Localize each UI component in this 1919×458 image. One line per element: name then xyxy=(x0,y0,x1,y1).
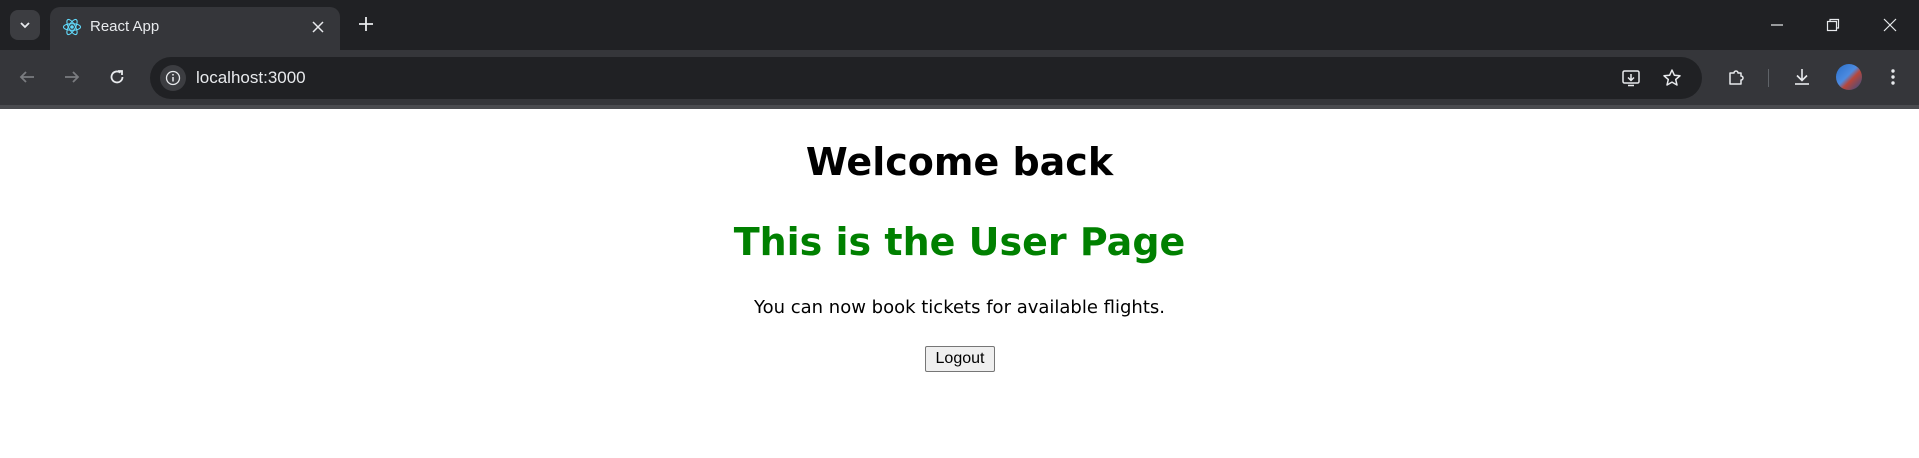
minimize-icon xyxy=(1771,24,1783,26)
kebab-menu-icon xyxy=(1891,69,1895,85)
tab-title: React App xyxy=(90,18,160,35)
restore-icon xyxy=(1826,18,1840,32)
arrow-right-icon xyxy=(65,71,80,83)
react-logo-icon xyxy=(62,18,82,36)
browser-menu-button[interactable] xyxy=(1878,62,1908,92)
star-icon xyxy=(1663,69,1681,86)
toolbar-divider xyxy=(1768,69,1769,87)
tab-react-app[interactable]: React App xyxy=(50,7,340,50)
install-app-icon xyxy=(1622,70,1640,87)
tab-close-button[interactable] xyxy=(309,18,327,36)
page-content: Welcome back This is the User Page You c… xyxy=(0,109,1919,458)
restore-button[interactable] xyxy=(1818,10,1848,40)
new-tab-button[interactable] xyxy=(353,11,379,37)
downloads-button[interactable] xyxy=(1787,62,1817,92)
back-button[interactable] xyxy=(12,62,42,92)
address-bar[interactable]: localhost:3000 xyxy=(150,57,1702,99)
url-text: localhost:3000 xyxy=(196,68,306,87)
reload-icon xyxy=(110,70,124,84)
user-page-heading: This is the User Page xyxy=(733,220,1186,264)
install-app-button[interactable] xyxy=(1618,65,1644,91)
tab-search-button[interactable] xyxy=(10,10,40,40)
close-icon xyxy=(1883,18,1897,32)
info-icon xyxy=(165,70,181,86)
reload-button[interactable] xyxy=(102,62,132,92)
logout-button[interactable]: Logout xyxy=(925,346,995,372)
arrow-left-icon xyxy=(19,71,34,83)
welcome-heading: Welcome back xyxy=(805,140,1114,184)
close-window-button[interactable] xyxy=(1875,10,1905,40)
booking-message: You can now book tickets for available f… xyxy=(753,297,1165,318)
extensions-button[interactable] xyxy=(1722,62,1752,92)
site-info-button[interactable] xyxy=(160,65,186,91)
tab-strip: React App xyxy=(0,0,1919,50)
avatar[interactable] xyxy=(1836,64,1862,90)
bookmark-button[interactable] xyxy=(1659,65,1685,91)
forward-button[interactable] xyxy=(57,62,87,92)
download-icon xyxy=(1795,69,1809,85)
minimize-button[interactable] xyxy=(1762,10,1792,40)
puzzle-icon xyxy=(1729,70,1744,85)
plus-icon xyxy=(359,17,373,31)
close-icon xyxy=(312,21,324,33)
browser-toolbar: localhost:3000 xyxy=(0,50,1919,108)
chevron-down-icon xyxy=(20,22,30,29)
